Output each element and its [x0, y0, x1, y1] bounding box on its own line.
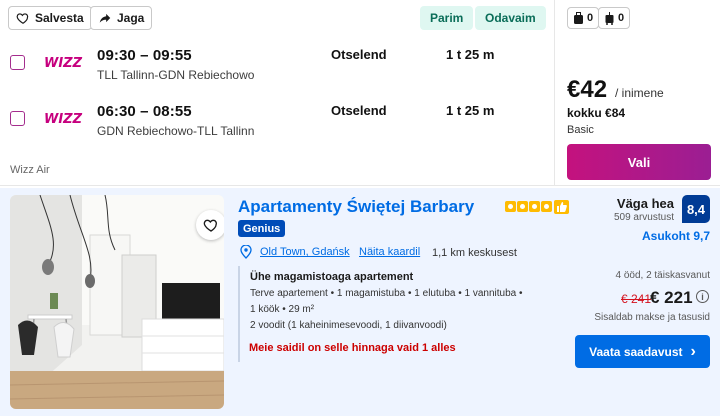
leg-duration: 1 t 25 m — [446, 47, 495, 62]
suitcase-icon — [574, 11, 583, 24]
cabin-bag-count: 0 — [587, 12, 594, 24]
trolley-bag-icon — [605, 11, 614, 25]
leg-time: 06:30 – 08:55 — [97, 103, 192, 120]
heart-icon — [203, 219, 217, 232]
flight-leg-outbound: WIZZ 09:30 – 09:55 TLL Tallinn-GDN Rebie… — [0, 47, 555, 91]
best-tag: Parim — [420, 6, 474, 30]
select-flight-button[interactable]: Vali — [567, 144, 711, 180]
info-icon[interactable]: i — [696, 290, 709, 303]
leg-type: Otselend — [331, 103, 387, 118]
location-score: Asukoht 9,7 — [641, 229, 710, 243]
discounted-price: € 221 — [650, 288, 693, 307]
review-count: 509 arvustust — [613, 212, 674, 223]
favorite-button[interactable] — [196, 210, 224, 240]
hotel-photo[interactable] — [10, 195, 224, 409]
review-score-badge[interactable]: 8,4 — [682, 195, 710, 223]
taxes-note: Sisaldab makse ja tasusid — [594, 312, 710, 323]
wizz-air-logo: WIZZ — [44, 56, 83, 71]
cabin-bag-badge[interactable]: 0 — [567, 7, 600, 29]
review-word: Väga hea — [616, 196, 674, 211]
svg-text:WIZZ: WIZZ — [44, 56, 83, 71]
leg-type: Otselend — [331, 47, 387, 62]
share-arrow-icon — [99, 13, 111, 23]
hotel-name-link[interactable]: Apartamenty Świętej Barbary — [238, 197, 474, 217]
scarcity-warning: Meie saidil on selle hinnaga vaid 1 alle… — [249, 342, 456, 354]
room-features-line: Terve apartement • 1 magamistuba • 1 elu… — [250, 288, 523, 299]
star-rating — [505, 201, 552, 212]
stay-summary: 4 ööd, 2 täiskasvanut — [615, 270, 710, 281]
share-button[interactable]: Jaga — [90, 6, 153, 30]
room-beds: 2 voodit (1 kaheinimesevoodi, 1 diivanvo… — [250, 320, 447, 331]
original-price: € 241 — [621, 292, 652, 306]
flight-leg-return: WIZZ 06:30 – 08:55 GDN Rebiechowo-TLL Ta… — [0, 103, 555, 147]
show-on-map-link[interactable]: Näita kaardil — [359, 246, 420, 258]
svg-text:WIZZ: WIZZ — [44, 112, 83, 127]
leg-route: GDN Rebiechowo-TLL Tallinn — [97, 124, 255, 138]
location-link[interactable]: Old Town, Gdańsk — [260, 246, 350, 258]
room-title: Ühe magamistoaga apartement — [250, 271, 414, 283]
hotel-result-card: Apartamenty Świętej Barbary Genius Old T… — [0, 188, 720, 416]
flight-price: €42 — [567, 76, 608, 103]
star-icon — [517, 201, 528, 212]
star-icon — [505, 201, 516, 212]
distance-from-centre: 1,1 km keskusest — [432, 247, 517, 259]
checked-bag-badge[interactable]: 0 — [598, 7, 631, 29]
see-availability-button[interactable]: Vaata saadavust › — [575, 335, 710, 368]
map-pin-icon — [240, 245, 252, 259]
flight-details-panel: Salvesta Jaga Parim Odavaim WIZZ 09:30 –… — [0, 0, 555, 186]
select-leg-checkbox[interactable] — [10, 55, 25, 70]
genius-badge: Genius — [238, 220, 286, 237]
select-leg-checkbox[interactable] — [10, 111, 25, 126]
checked-bag-count: 0 — [618, 12, 625, 24]
fare-class: Basic — [567, 124, 594, 136]
save-label: Salvesta — [35, 11, 84, 25]
leg-time: 09:30 – 09:55 — [97, 47, 192, 64]
flight-result-card: Salvesta Jaga Parim Odavaim WIZZ 09:30 –… — [0, 0, 720, 186]
apartment-interior-image — [10, 195, 224, 409]
star-icon — [541, 201, 552, 212]
see-availability-label: Vaata saadavust — [589, 344, 683, 359]
leg-duration: 1 t 25 m — [446, 103, 495, 118]
room-features: Terve apartement • 1 magamistuba • 1 elu… — [250, 286, 558, 334]
wizz-air-logo: WIZZ — [44, 112, 83, 127]
airline-name: Wizz Air — [10, 164, 50, 176]
leg-route: TLL Tallinn-GDN Rebiechowo — [97, 68, 255, 82]
chevron-right-icon: › — [690, 342, 696, 360]
price-per-person: / inimene — [615, 86, 664, 100]
room-features-line: 1 köök • 29 m² — [250, 304, 315, 315]
star-icon — [529, 201, 540, 212]
share-label: Jaga — [117, 11, 145, 25]
save-button[interactable]: Salvesta — [8, 6, 92, 30]
price-total: kokku €84 — [567, 106, 626, 120]
thumbs-up-icon — [554, 200, 569, 214]
cheapest-tag: Odavaim — [475, 6, 546, 30]
heart-icon — [16, 13, 29, 24]
